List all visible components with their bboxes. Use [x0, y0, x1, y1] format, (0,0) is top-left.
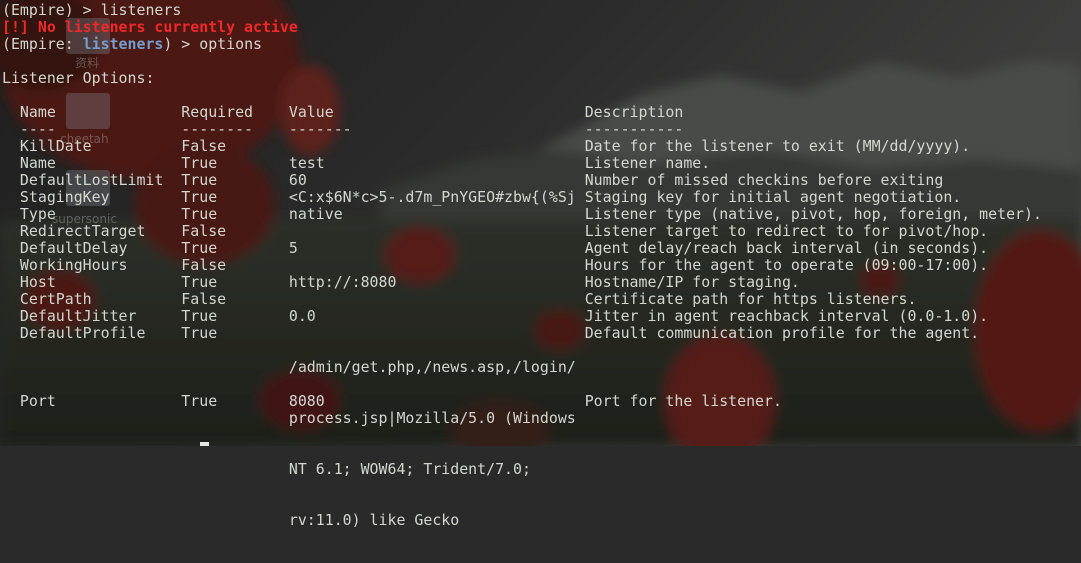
option-name: StagingKey	[19, 188, 110, 206]
option-description: Number of missed checkins before exiting	[584, 171, 944, 189]
option-required: True	[181, 154, 218, 172]
shell-prompt-prefix: (Empire:	[2, 35, 83, 53]
command-line-options: (Empire: listeners) > options	[2, 36, 1081, 53]
option-value: 0.0	[288, 307, 316, 325]
option-required: True	[181, 239, 218, 257]
option-name: RedirectTarget	[19, 222, 146, 240]
option-row-defaultdelay: DefaultDelay True 5 Agent delay/reach ba…	[2, 240, 1081, 257]
option-value: <C:x$6N*c>5-.d7m_PnYGEO#zbw{(%Sj	[288, 188, 576, 206]
option-name: CertPath	[19, 290, 92, 308]
underline-value: -------	[288, 120, 352, 138]
option-description: Date for the listener to exit (MM/dd/yyy…	[584, 137, 971, 155]
option-row-stagingkey: StagingKey True <C:x$6N*c>5-.d7m_PnYGEO#…	[2, 189, 1081, 206]
option-row-port: Port True 8080 Port for the listener.	[2, 393, 1081, 410]
option-required: True	[181, 392, 218, 410]
option-description: Staging key for initial agent negotiatio…	[584, 188, 962, 206]
underline-description: -----------	[584, 120, 684, 138]
option-description: Hostname/IP for staging.	[584, 273, 800, 291]
option-name: Type	[19, 205, 56, 223]
option-row-host: Host True http://:8080 Hostname/IP for s…	[2, 274, 1081, 291]
option-description: Certificate path for https listeners.	[584, 290, 917, 308]
option-name: Port	[19, 392, 56, 410]
option-name: DefaultJitter	[19, 307, 137, 325]
option-value: native	[288, 205, 343, 223]
option-row-killdate: KillDate False Date for the listener to …	[2, 138, 1081, 155]
option-value: http://:8080	[288, 273, 397, 291]
underline-name: ----	[19, 120, 56, 138]
option-value-line: process.jsp|Mozilla/5.0 (Windows	[288, 409, 576, 427]
command-text: options	[199, 35, 263, 53]
option-row-type: Type True native Listener type (native, …	[2, 206, 1081, 223]
shell-prompt-suffix: ) >	[163, 35, 200, 53]
option-required: True	[181, 171, 218, 189]
terminal-cursor	[200, 442, 209, 446]
command-line-listeners: (Empire) > listeners	[2, 2, 1081, 19]
option-required: True	[181, 188, 218, 206]
option-row-certpath: CertPath False Certificate path for http…	[2, 291, 1081, 308]
option-value-line: /admin/get.php,/news.asp,/login/	[288, 358, 576, 376]
option-name: KillDate	[19, 137, 92, 155]
command-text: listeners	[100, 1, 182, 19]
option-description: Listener type (native, pivot, hop, forei…	[584, 205, 1042, 223]
option-name: Host	[19, 273, 56, 291]
option-required: False	[181, 290, 227, 308]
underline-required: --------	[181, 120, 254, 138]
option-value: 8080	[288, 392, 325, 410]
error-message: [!] No listeners currently active	[2, 18, 298, 36]
header-description: Description	[584, 103, 684, 121]
option-row-redirecttarget: RedirectTarget False Listener target to …	[2, 223, 1081, 240]
option-description: Agent delay/reach back interval (in seco…	[584, 239, 989, 257]
module-name: listeners	[82, 35, 164, 53]
option-description: Listener name.	[584, 154, 711, 172]
table-header-underline: ---- -------- ------- -----------	[2, 121, 1081, 138]
option-name: Name	[19, 154, 56, 172]
options-heading: Listener Options:	[2, 69, 155, 87]
option-row-defaultjitter: DefaultJitter True 0.0 Jitter in agent r…	[2, 308, 1081, 325]
option-row-name: Name True test Listener name.	[2, 155, 1081, 172]
option-row-workinghours: WorkingHours False Hours for the agent t…	[2, 257, 1081, 274]
header-value: Value	[288, 103, 334, 121]
option-description: Default communication profile for the ag…	[584, 324, 980, 342]
option-required: True	[181, 273, 218, 291]
option-value: test	[288, 154, 325, 172]
option-description: Jitter in agent reachback interval (0.0-…	[584, 307, 989, 325]
option-required: True	[181, 324, 218, 342]
option-value-line: rv:11.0) like Gecko	[288, 511, 460, 529]
option-description: Port for the listener.	[584, 392, 782, 410]
option-description: Listener target to redirect to for pivot…	[584, 222, 989, 240]
option-required: True	[181, 205, 218, 223]
option-value: /admin/get.php,/news.asp,/login/ process…	[289, 325, 576, 563]
option-required: False	[181, 222, 227, 240]
shell-prompt: (Empire) >	[2, 1, 101, 19]
option-required: False	[181, 137, 227, 155]
header-required: Required	[181, 103, 254, 121]
option-required: False	[181, 256, 227, 274]
table-header: Name Required Value Description	[2, 104, 1081, 121]
option-name: DefaultDelay	[19, 239, 128, 257]
option-name: DefaultLostLimit	[19, 171, 164, 189]
header-name: Name	[19, 103, 56, 121]
option-value: 60	[288, 171, 307, 189]
option-name: WorkingHours	[19, 256, 128, 274]
option-value-line: NT 6.1; WOW64; Trident/7.0;	[288, 460, 531, 478]
option-row-defaultprofile: DefaultProfile True /admin/get.php,/news…	[2, 324, 1081, 529]
terminal-output[interactable]: (Empire) > listeners [!] No listeners cu…	[0, 0, 1081, 529]
option-row-defaultlostlimit: DefaultLostLimit True 60 Number of misse…	[2, 172, 1081, 189]
option-value: 5	[288, 239, 298, 257]
option-required: True	[181, 307, 218, 325]
option-description: Hours for the agent to operate (09:00-17…	[584, 256, 989, 274]
option-name: DefaultProfile	[19, 324, 146, 342]
